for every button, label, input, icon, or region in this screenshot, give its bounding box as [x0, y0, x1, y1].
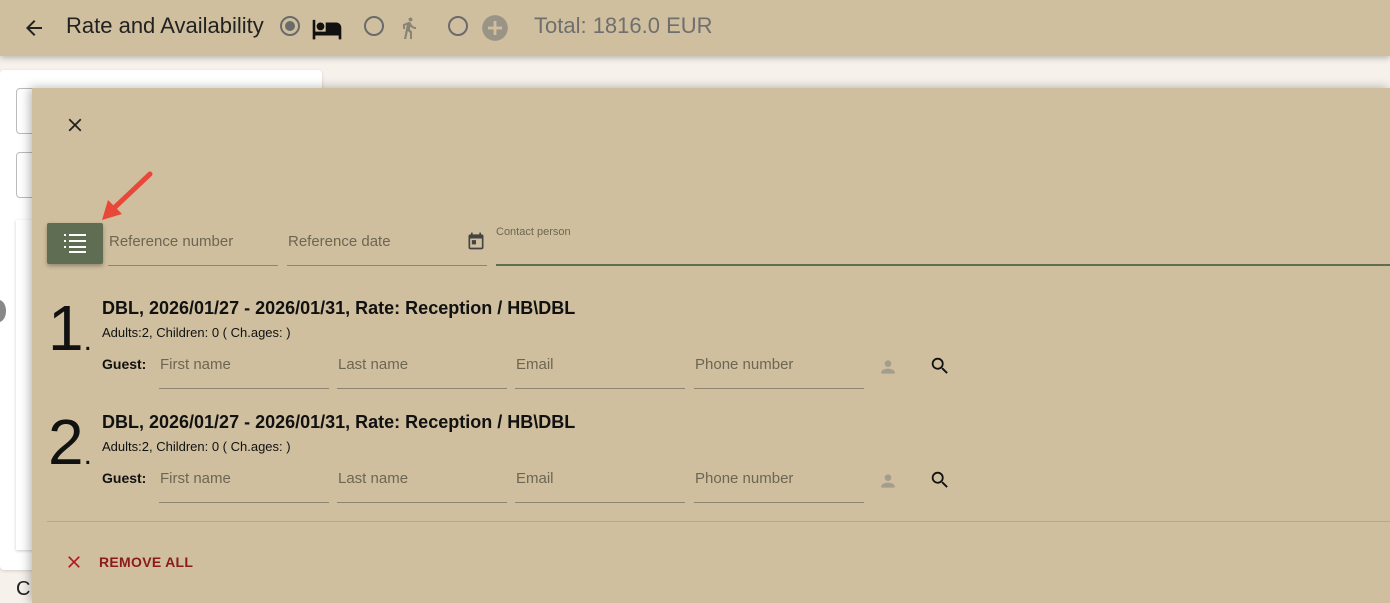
mode-radio-extra[interactable]: [448, 16, 468, 36]
annotation-arrow: [102, 171, 153, 220]
background-text: C: [16, 578, 31, 600]
room-title: DBL, 2026/01/27 - 2026/01/31, Rate: Rece…: [102, 412, 576, 432]
guest-label: Guest:: [102, 356, 147, 372]
remove-all-label: REMOVE ALL: [99, 554, 194, 570]
last-name-field[interactable]: Last name: [337, 464, 507, 503]
room-number: 2.: [48, 406, 92, 478]
bed-icon: [312, 19, 342, 40]
mode-radio-accommodation[interactable]: [280, 16, 300, 36]
person-icon[interactable]: [878, 357, 898, 377]
first-name-field[interactable]: First name: [159, 350, 329, 389]
search-icon[interactable]: [929, 355, 951, 377]
room-occupancy: Adults:2, Children: 0 ( Ch.ages: ): [102, 325, 291, 340]
search-icon[interactable]: [929, 469, 951, 491]
contact-person-field[interactable]: Contact person: [496, 226, 1390, 266]
mode-radio-walkin[interactable]: [364, 16, 384, 36]
email-field[interactable]: Email: [515, 350, 685, 389]
walking-person-icon: [403, 17, 416, 39]
close-icon[interactable]: [64, 114, 86, 136]
guest-label: Guest:: [102, 470, 147, 486]
reference-number-field[interactable]: Reference number: [108, 226, 278, 266]
page-title: Rate and Availability: [66, 13, 264, 38]
list-view-button[interactable]: [47, 223, 103, 264]
total-amount: Total: 1816.0 EUR: [534, 13, 713, 38]
phone-number-field[interactable]: Phone number: [694, 350, 864, 389]
room-occupancy: Adults:2, Children: 0 ( Ch.ages: ): [102, 439, 291, 454]
calendar-icon[interactable]: [466, 230, 486, 252]
last-name-field[interactable]: Last name: [337, 350, 507, 389]
person-icon[interactable]: [878, 471, 898, 491]
back-arrow-icon[interactable]: [22, 16, 46, 40]
room-number: 1.: [48, 292, 92, 364]
list-icon: [64, 234, 86, 253]
first-name-field[interactable]: First name: [159, 464, 329, 503]
app-header: Rate and Availability Total: 1816.0 EUR: [0, 0, 1390, 56]
phone-number-field[interactable]: Phone number: [694, 464, 864, 503]
plus-circle-icon: [482, 15, 508, 41]
room-title: DBL, 2026/01/27 - 2026/01/31, Rate: Rece…: [102, 298, 576, 318]
email-field[interactable]: Email: [515, 464, 685, 503]
divider: [47, 521, 1390, 522]
reference-date-field[interactable]: Reference date: [287, 226, 487, 266]
guest-details-dialog: Reference number Reference date Contact …: [32, 88, 1390, 603]
close-icon: [68, 556, 80, 568]
